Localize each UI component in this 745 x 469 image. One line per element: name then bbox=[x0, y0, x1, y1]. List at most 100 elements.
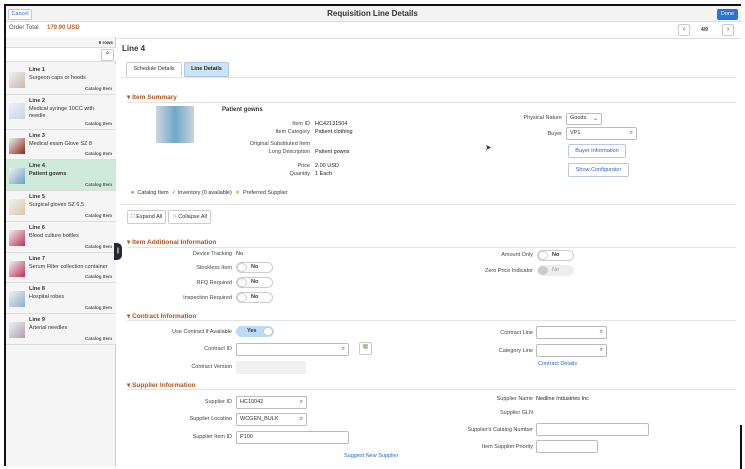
search-icon: ⌕ bbox=[599, 347, 603, 353]
panel-collapse-handle[interactable]: || bbox=[114, 243, 122, 260]
list-item[interactable]: Line 3 Medical exam Glove SZ 8 Catalog I… bbox=[6, 130, 116, 160]
item-description: Blood culture bottles bbox=[29, 233, 79, 239]
supplier-id-input[interactable]: HC10042 ⌕ bbox=[236, 396, 307, 409]
long-description-value: Patient gowns bbox=[315, 149, 350, 155]
list-item[interactable]: Line 2 Medical syringe 10CC with needle … bbox=[6, 95, 116, 130]
item-line: Line 7 bbox=[29, 256, 45, 262]
physical-nature-select[interactable]: Goods ⌄ bbox=[566, 113, 602, 125]
buyer-input[interactable]: VP1 ⌕ bbox=[566, 127, 637, 140]
search-icon[interactable]: ⌕ bbox=[101, 49, 114, 61]
supplier-name-label: Supplier Name bbox=[496, 396, 533, 402]
item-type: Catalog Item bbox=[84, 305, 112, 310]
list-item[interactable]: Line 4 Patient gowns Catalog Item bbox=[6, 160, 116, 191]
device-tracking-value: No bbox=[236, 251, 244, 257]
quantity-value: 1 Each bbox=[315, 171, 333, 177]
item-thumbnail bbox=[9, 72, 25, 88]
list-item[interactable]: Line 7 Serum Filter collection container… bbox=[6, 253, 116, 283]
previous-button[interactable]: ‹ bbox=[678, 24, 690, 36]
search-icon: ⌕ bbox=[629, 130, 633, 136]
long-description-label: Long Description bbox=[268, 149, 310, 155]
tab-line-details[interactable]: Line Details bbox=[184, 62, 229, 77]
section-supplier-information[interactable]: ▾ Supplier Information bbox=[127, 381, 196, 389]
next-button[interactable]: › bbox=[722, 24, 734, 36]
item-type: Catalog Item bbox=[84, 336, 112, 341]
item-type: Catalog Item bbox=[84, 121, 112, 126]
list-item[interactable]: Line 5 Surgical gloves SZ 6.5 Catalog It… bbox=[6, 191, 116, 222]
item-type: Catalog Item bbox=[84, 151, 112, 156]
star-icon: ★ bbox=[234, 190, 240, 196]
done-button[interactable]: Done bbox=[717, 9, 738, 20]
physical-nature-label: Physical Nature bbox=[523, 115, 562, 121]
section-item-additional[interactable]: ▾ Item Additional Information bbox=[127, 238, 216, 246]
order-total-value: 179.90 USD bbox=[47, 25, 80, 31]
contract-id-input[interactable]: ⌕ bbox=[236, 343, 349, 356]
inspection-toggle[interactable]: No bbox=[236, 292, 273, 303]
tab-schedule-details[interactable]: Schedule Details bbox=[126, 62, 182, 77]
contract-lookup-icon[interactable]: ▦ bbox=[359, 342, 372, 355]
contract-line-label: Contract Line bbox=[500, 330, 533, 336]
line-list-panel: 9 rows ⌕ Line 1 Surgeon caps or hoods Ca… bbox=[6, 37, 116, 467]
item-line: Line 1 bbox=[29, 67, 45, 73]
buyer-information-button[interactable]: Buyer Information bbox=[568, 144, 626, 158]
inspection-label: Inspection Required bbox=[183, 295, 232, 301]
pager: 4/9 bbox=[701, 27, 708, 33]
use-contract-toggle[interactable]: Yes bbox=[236, 326, 274, 337]
expand-icon: ⛶ bbox=[130, 214, 135, 220]
collapse-icon: ⁙ bbox=[172, 214, 177, 220]
item-name: Patient gowns bbox=[222, 107, 263, 113]
item-id-value: HC42131504 bbox=[315, 121, 348, 127]
item-category-value: Patient clothing bbox=[315, 129, 353, 135]
item-supplier-priority-label: Item Supplier Priority bbox=[481, 444, 533, 450]
list-item[interactable]: Line 6 Blood culture bottles Catalog Ite… bbox=[6, 222, 116, 253]
item-description: Hospital robes bbox=[29, 294, 65, 300]
suggest-new-supplier-link[interactable]: Suggest New Supplier bbox=[344, 453, 398, 459]
amount-only-toggle[interactable]: No bbox=[537, 250, 574, 261]
buyer-label: Buyer bbox=[547, 131, 562, 137]
collapse-all-button[interactable]: ⁙ Collapse All bbox=[168, 210, 211, 224]
contract-version-label: Contract Version bbox=[191, 364, 232, 370]
supplier-catalog-number-input[interactable] bbox=[536, 423, 649, 436]
use-contract-label: Use Contract if Available bbox=[172, 329, 232, 335]
contract-id-label: Contract ID bbox=[204, 346, 232, 352]
price-label: Price bbox=[297, 163, 310, 169]
supplier-location-input[interactable]: WCGEN_BULK ⌕ bbox=[236, 413, 307, 426]
supplier-item-id-input[interactable]: P100 bbox=[236, 431, 349, 444]
mouse-cursor-icon: ➤ bbox=[485, 143, 492, 152]
section-item-summary[interactable]: ▾ Item Summary bbox=[127, 93, 177, 101]
quantity-label: Quantity bbox=[289, 171, 310, 177]
item-supplier-priority-input[interactable] bbox=[536, 440, 598, 453]
contract-details-link[interactable]: Contract Details bbox=[538, 361, 577, 367]
contract-line-input[interactable]: ⌕ bbox=[536, 326, 607, 339]
category-line-input[interactable]: ⌕ bbox=[536, 344, 607, 357]
item-thumbnail bbox=[9, 199, 25, 215]
item-thumbnail bbox=[9, 291, 25, 307]
rfq-toggle[interactable]: No bbox=[236, 277, 273, 288]
list-item[interactable]: Line 8 Hospital robes Catalog Item bbox=[6, 283, 116, 314]
list-item[interactable]: Line 9 Arterial needles Catalog Item bbox=[6, 314, 116, 345]
item-thumbnail bbox=[9, 103, 25, 119]
zero-price-toggle: No bbox=[537, 265, 574, 276]
search-icon: ⌕ bbox=[299, 416, 303, 422]
item-line: Line 6 bbox=[29, 225, 45, 231]
search-icon: ⌕ bbox=[599, 329, 603, 335]
item-type: Catalog Item bbox=[84, 86, 112, 91]
section-title: Item Summary bbox=[132, 94, 177, 101]
item-description: Arterial needles bbox=[29, 325, 68, 331]
item-thumbnail bbox=[9, 230, 25, 246]
item-description: Patient gowns bbox=[29, 171, 67, 177]
item-description: Medical syringe 10CC with needle bbox=[29, 106, 95, 119]
list-item[interactable]: Line 1 Surgeon caps or hoods Catalog Ite… bbox=[6, 64, 116, 95]
item-image bbox=[156, 106, 194, 143]
item-line: Line 3 bbox=[29, 133, 45, 139]
item-thumbnail bbox=[9, 261, 25, 277]
item-type: Catalog Item bbox=[84, 244, 112, 249]
search-icon: ⌕ bbox=[341, 346, 345, 352]
show-configurator-button[interactable]: Show Configurator bbox=[568, 163, 629, 177]
item-type: Catalog Item bbox=[84, 274, 112, 279]
search-icon: ⌕ bbox=[299, 399, 303, 405]
stockless-toggle[interactable]: No bbox=[236, 262, 273, 273]
expand-all-button[interactable]: ⛶ Expand All bbox=[127, 210, 166, 224]
line-title: Line 4 bbox=[122, 44, 146, 53]
section-contract-information[interactable]: ▾ Contract Information bbox=[127, 312, 196, 320]
item-line: Line 8 bbox=[29, 286, 45, 292]
